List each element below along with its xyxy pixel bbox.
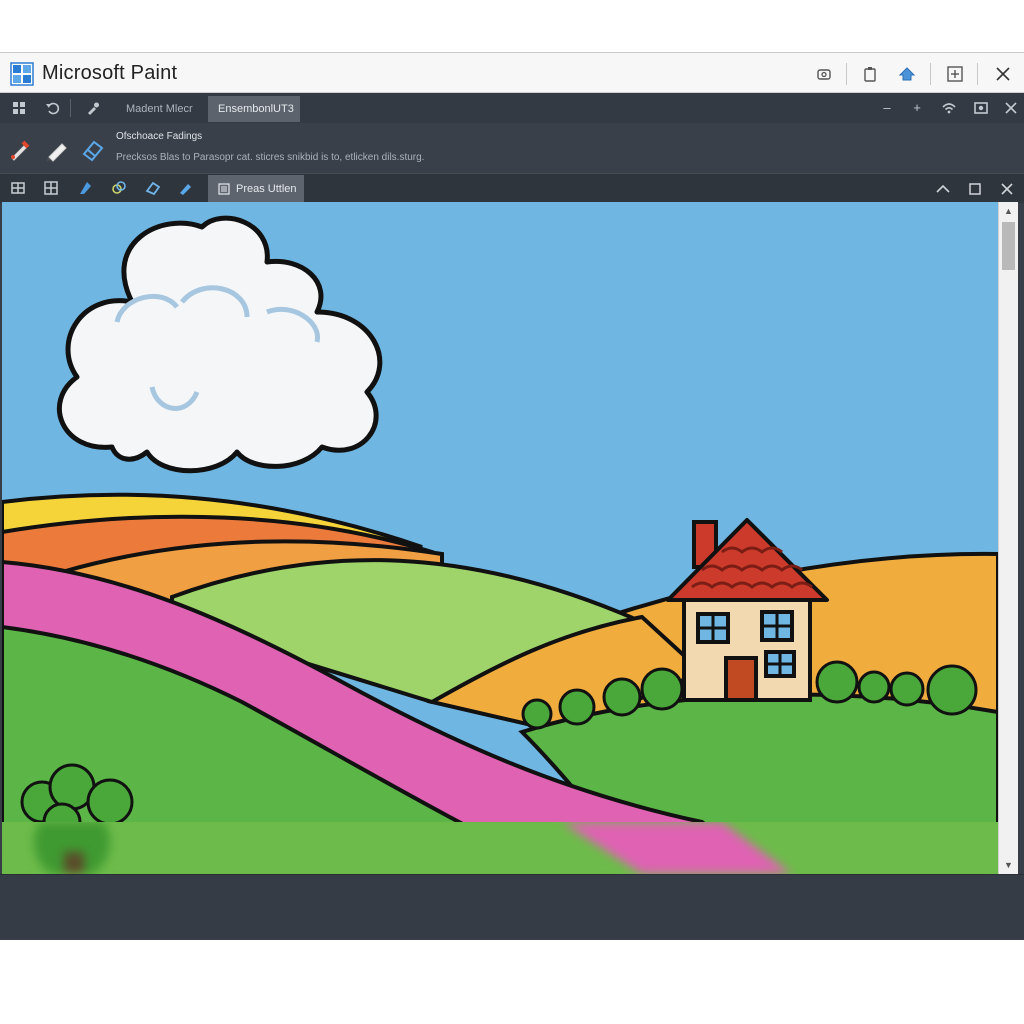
menu-divider: [70, 99, 71, 117]
brush-icon[interactable]: [84, 99, 102, 117]
pencil-icon[interactable]: [44, 136, 70, 162]
status-bar: [0, 874, 1024, 938]
vertical-scrollbar[interactable]: ▲ ▼: [998, 202, 1018, 874]
document-icon: [218, 183, 230, 195]
app-title: Microsoft Paint: [42, 62, 178, 84]
drawing-canvas[interactable]: [2, 202, 998, 874]
tool-heading: Ofschoace Fadings: [116, 131, 203, 142]
maximize-icon[interactable]: [966, 180, 984, 198]
tool-panel: Ofschoace Fadings Precksos Blas to Paras…: [0, 123, 1024, 173]
record-icon[interactable]: [972, 99, 990, 117]
fill-icon[interactable]: [77, 179, 95, 197]
scroll-up-icon[interactable]: ▲: [1002, 204, 1015, 218]
new-window-icon[interactable]: [942, 61, 968, 87]
document-toolbar: Preas Uttlen: [0, 173, 1024, 203]
clipboard-icon[interactable]: [857, 61, 883, 87]
eraser-icon[interactable]: [80, 136, 106, 162]
minimize-icon[interactable]: –: [878, 99, 896, 117]
wifi-icon[interactable]: [940, 99, 958, 117]
grid-icon[interactable]: [10, 99, 28, 117]
tab-madent-mlecr[interactable]: Madent Mlecr: [116, 96, 203, 122]
tab-ensembon[interactable]: EnsembonlUT3: [208, 96, 300, 122]
titlebar-divider: [930, 63, 931, 85]
shapes-icon[interactable]: [144, 179, 162, 197]
canvas-bottom-blurred: [2, 822, 998, 874]
tab-document[interactable]: Preas Uttlen: [208, 175, 304, 203]
tool-description: Precksos Blas to Parasopr cat. sticres s…: [116, 152, 425, 163]
link-icon[interactable]: [110, 179, 128, 197]
grid-icon[interactable]: [42, 179, 60, 197]
titlebar-divider: [977, 63, 978, 85]
landscape-drawing: [2, 202, 998, 874]
share-icon[interactable]: [894, 61, 920, 87]
document-tab-label: Preas Uttlen: [236, 183, 297, 195]
collapse-icon[interactable]: [934, 180, 952, 198]
title-bar: Microsoft Paint: [0, 53, 1024, 93]
scroll-down-icon[interactable]: ▼: [1002, 858, 1015, 872]
close-icon[interactable]: [990, 61, 1016, 87]
undo-icon[interactable]: [44, 99, 62, 117]
pin-icon[interactable]: +: [908, 99, 926, 117]
layers-icon[interactable]: [9, 179, 27, 197]
scrollbar-thumb[interactable]: [1002, 222, 1015, 270]
close-icon[interactable]: [1002, 99, 1020, 117]
titlebar-divider: [846, 63, 847, 85]
color-picker-icon[interactable]: [8, 136, 34, 162]
screenshot-icon[interactable]: [811, 61, 837, 87]
highlighter-icon[interactable]: [177, 179, 195, 197]
menu-bar: Madent Mlecr EnsembonlUT3 – +: [0, 93, 1024, 123]
close-icon[interactable]: [998, 180, 1016, 198]
paint-logo-icon: [10, 62, 34, 86]
